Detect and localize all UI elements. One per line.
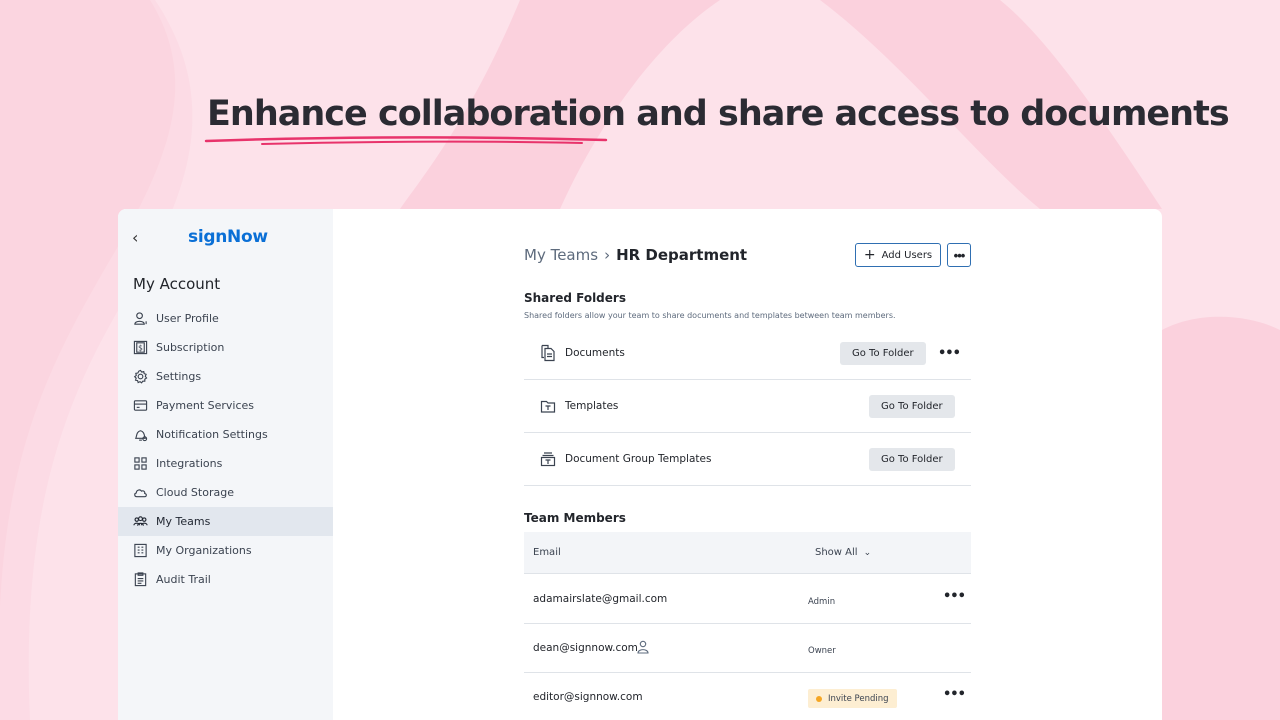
main-content: My Teams › HR Department + Add Users ••• S… [333, 209, 1162, 720]
dollar-icon: $ [133, 340, 148, 355]
sidebar-item-label: My Organizations [156, 544, 252, 557]
sidebar-item-label: Subscription [156, 341, 225, 354]
sidebar-item-label: Integrations [156, 457, 223, 470]
shared-folders-title: Shared Folders [524, 291, 626, 305]
sidebar-item-payment-services[interactable]: Payment Services [118, 391, 333, 420]
documents-folder-icon [541, 344, 555, 362]
member-role: Owner [808, 646, 836, 656]
sidebar-item-audit-trail[interactable]: Audit Trail [118, 565, 333, 594]
app-window: ‹ signNow My Account User Profile $ Subs… [118, 209, 1162, 720]
add-users-button[interactable]: + Add Users [855, 243, 941, 267]
go-to-folder-button[interactable]: Go To Folder [840, 341, 926, 365]
folder-row-templates: Templates Go To Folder [524, 380, 971, 433]
member-email: editor@signnow.com [533, 691, 643, 703]
table-row: adamairslate@gmail.com Admin ••• [524, 575, 971, 624]
sidebar-item-cloud-storage[interactable]: Cloud Storage [118, 478, 333, 507]
plus-icon: + [863, 247, 876, 263]
sidebar-item-label: Payment Services [156, 399, 255, 412]
signnow-logo: signNow [188, 227, 268, 247]
breadcrumb-current: HR Department [616, 246, 748, 264]
headline-rest: and share access to documents [625, 94, 1229, 134]
sidebar: ‹ signNow My Account User Profile $ Subs… [118, 209, 333, 720]
breadcrumb-parent[interactable]: My Teams [524, 246, 598, 264]
sidebar-nav: User Profile $ Subscription Settings Pay… [118, 304, 333, 594]
integrations-icon [134, 457, 147, 470]
pending-dot-icon [816, 695, 822, 702]
member-email: adamairslate@gmail.com [533, 593, 668, 605]
member-more-icon[interactable]: ••• [943, 687, 966, 702]
bell-icon [134, 430, 148, 442]
folder-row-documents: Documents Go To Folder ••• [524, 327, 971, 380]
breadcrumb-separator: › [604, 246, 611, 264]
add-users-label: Add Users [881, 249, 933, 261]
more-dots-icon: ••• [953, 247, 966, 263]
svg-text:$: $ [138, 343, 143, 352]
sidebar-item-label: Cloud Storage [156, 486, 234, 499]
role-filter-dropdown[interactable]: Show All ⌄ [815, 547, 871, 558]
user-icon [134, 312, 147, 325]
headline-highlight: Enhance collaboration [207, 94, 626, 134]
status-badge: Invite Pending [808, 689, 897, 708]
folder-name: Templates [565, 400, 619, 412]
folder-row-document-group-templates: Document Group Templates Go To Folder [524, 433, 971, 486]
table-row: editor@signnow.com Invite Pending ••• [524, 673, 971, 720]
folder-name: Document Group Templates [565, 453, 712, 465]
organization-icon [134, 543, 147, 558]
sidebar-item-my-organizations[interactable]: My Organizations [118, 536, 333, 565]
more-options-button[interactable]: ••• [947, 243, 971, 267]
go-to-folder-button[interactable]: Go To Folder [869, 394, 955, 418]
cloud-icon [134, 489, 147, 498]
folder-name: Documents [565, 347, 625, 359]
folder-more-icon[interactable]: ••• [938, 346, 961, 361]
headline-underline [204, 136, 608, 145]
sidebar-item-label: User Profile [156, 312, 219, 325]
team-members-title: Team Members [524, 511, 626, 525]
sidebar-item-label: Audit Trail [156, 573, 211, 586]
sidebar-item-user-profile[interactable]: User Profile [118, 304, 333, 333]
member-more-icon[interactable]: ••• [943, 589, 966, 604]
owner-user-icon [637, 640, 649, 654]
sidebar-item-label: My Teams [156, 515, 211, 528]
credit-card-icon [133, 400, 148, 411]
document-group-templates-icon [540, 452, 556, 467]
templates-folder-icon [540, 400, 556, 413]
sidebar-title: My Account [133, 275, 221, 293]
audit-icon [134, 572, 147, 587]
table-row: dean@signnow.com Owner [524, 624, 971, 673]
gear-icon [133, 369, 148, 384]
role-filter-label: Show All [815, 547, 858, 558]
sidebar-item-label: Notification Settings [156, 428, 268, 441]
member-email: dean@signnow.com [533, 642, 638, 654]
chevron-left-icon: ‹ [132, 228, 139, 247]
members-table-header: Email Show All ⌄ [524, 532, 971, 574]
shared-folders-description: Shared folders allow your team to share … [524, 311, 896, 320]
sidebar-item-subscription[interactable]: $ Subscription [118, 333, 333, 362]
email-column-header: Email [533, 547, 561, 558]
go-to-folder-button[interactable]: Go To Folder [869, 447, 955, 471]
status-badge-label: Invite Pending [828, 693, 889, 704]
sidebar-item-integrations[interactable]: Integrations [118, 449, 333, 478]
shared-folders-list: Documents Go To Folder ••• Templates Go … [524, 327, 971, 486]
breadcrumb: My Teams › HR Department [524, 246, 747, 264]
sidebar-item-my-teams[interactable]: My Teams [118, 507, 333, 536]
headline: Enhance collaboration and share access t… [207, 94, 1230, 134]
chevron-down-icon: ⌄ [863, 548, 872, 558]
sidebar-item-settings[interactable]: Settings [118, 362, 333, 391]
sidebar-item-notification-settings[interactable]: Notification Settings [118, 420, 333, 449]
member-role: Admin [808, 597, 836, 607]
back-button[interactable]: ‹ [132, 228, 138, 247]
team-icon [133, 516, 148, 526]
sidebar-item-label: Settings [156, 370, 202, 383]
